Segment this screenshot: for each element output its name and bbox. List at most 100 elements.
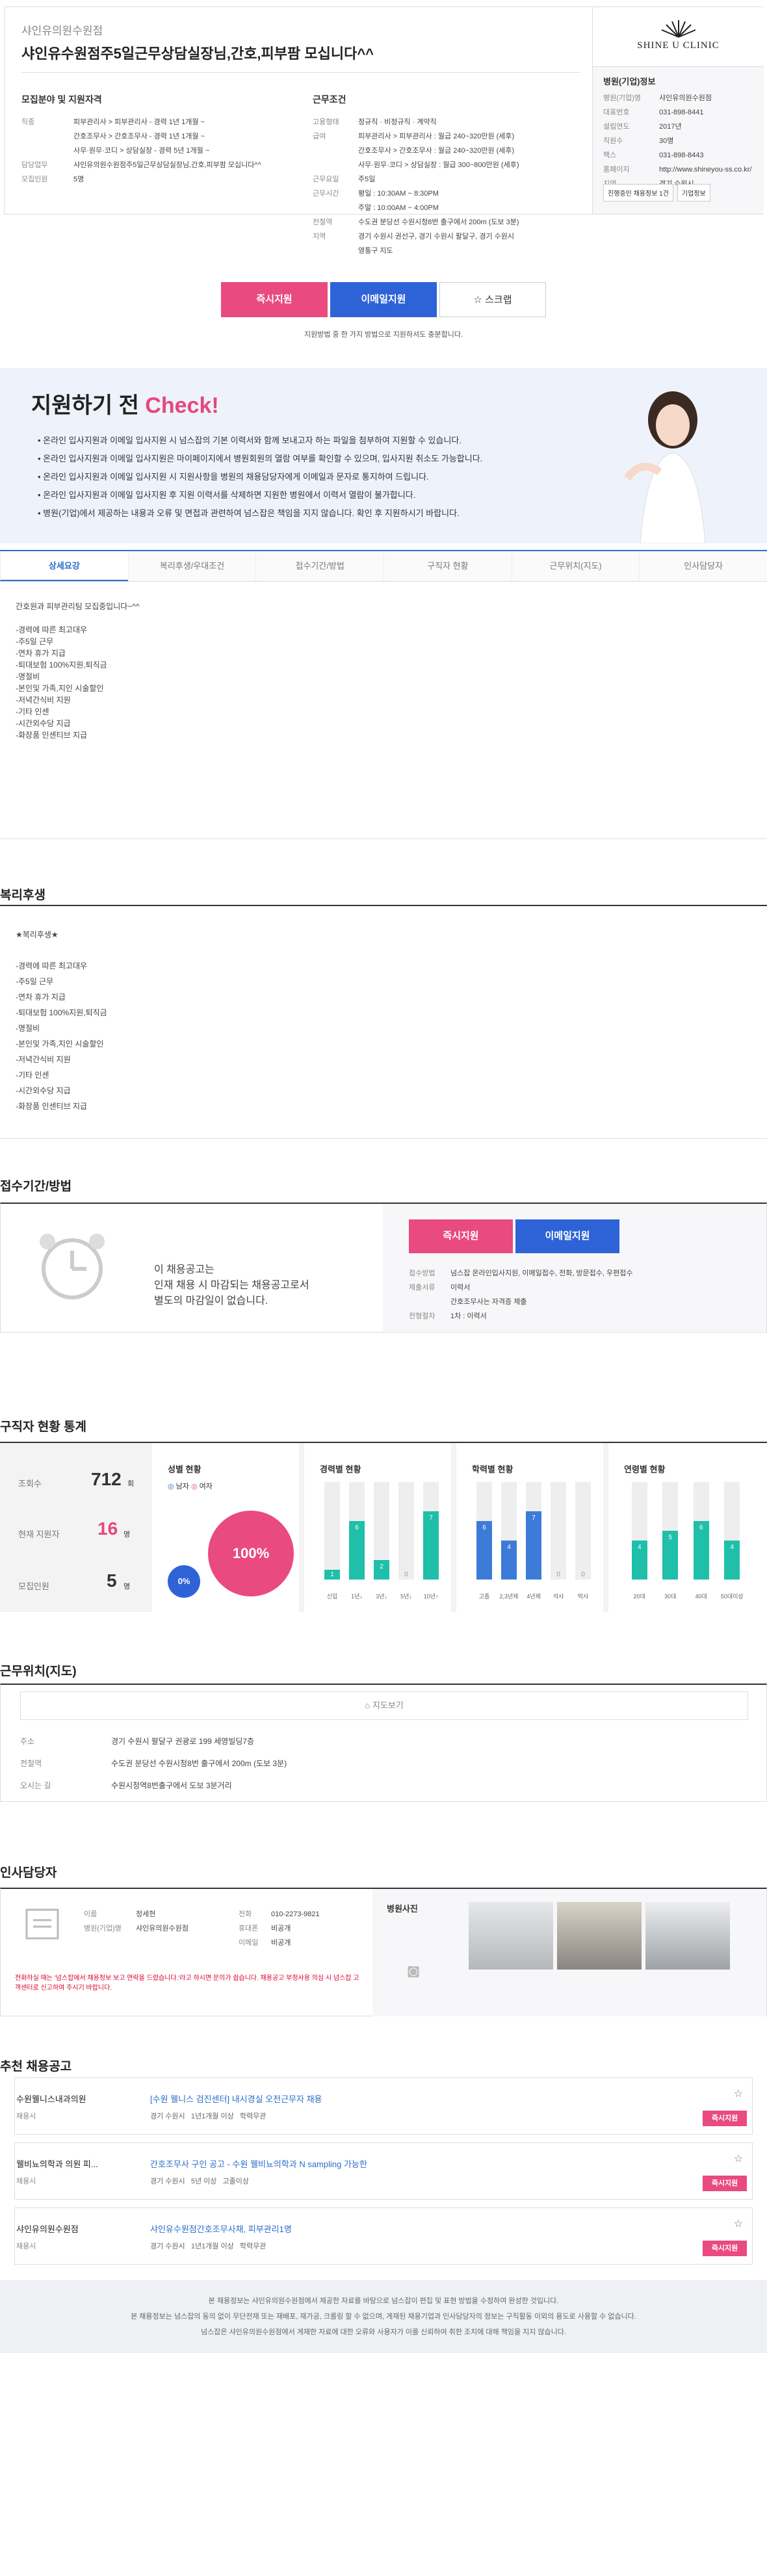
info-value: 넘스잡 온라인입사지원, 이메일접수, 전화, 방문접수, 우편접수 <box>450 1269 633 1277</box>
info-row: 사무·원무·코디 > 상담실장 : 월급 300~800만원 (세후) <box>313 158 586 172</box>
email-apply-button[interactable]: 이메일지원 <box>330 282 437 317</box>
info-key <box>409 1295 450 1309</box>
rec-meta: 경기 수원시 1년1개월 이상 학력무관 <box>150 2243 266 2250</box>
bar-category: 10년↑ <box>423 1593 439 1600</box>
tab-1[interactable]: 복리후생/우대조건 <box>127 551 256 581</box>
tab-5[interactable]: 인사담당자 <box>639 551 767 581</box>
rec-apply-button[interactable]: 즉시지원 <box>703 2241 747 2256</box>
ongoing-jobs-button[interactable]: 진행중인 채용정보 1건 <box>603 184 673 202</box>
company-info-button[interactable]: 기업정보 <box>677 184 710 202</box>
detail-line <box>16 612 731 624</box>
check-item: • 온라인 입사지원과 이메일 입사지원은 마이페이지에서 병원회원의 열람 여… <box>38 454 483 463</box>
info-key: 직종 <box>21 118 35 126</box>
rec-apply-button[interactable]: 즉시지원 <box>703 2111 747 2126</box>
info-row: 간호조무사는 자격증 제출 <box>409 1295 747 1309</box>
info-row: 사무·원무·코디 > 상담실장 - 경력 5년 1개월 ~ <box>21 144 307 158</box>
star-icon[interactable]: ☆ <box>734 2217 743 2230</box>
info-key: 담당업무 <box>21 161 48 169</box>
welfare-line <box>16 943 107 958</box>
info-key: 전철역 <box>313 218 333 226</box>
bar-track: 6 <box>349 1482 365 1580</box>
tab-0[interactable]: 상세요강 <box>0 551 128 581</box>
recommend-item[interactable]: 수원웰니스내과의원채용시 [수원 웰니스 검진센터] 내시경실 오전근무자 채용경… <box>14 2077 753 2135</box>
email-apply-button-2[interactable]: 이메일지원 <box>515 1219 619 1253</box>
info-key: 근무시간 <box>313 190 339 198</box>
info-value: 010-2273-9821 <box>271 1910 320 1918</box>
recommend-item[interactable]: 샤인유의원수원점 채용시 샤인유수원점간호조무사채, 피부관리1명 경기 수원시 1년… <box>14 2207 753 2265</box>
rec-meta: 경기 수원시 1년1개월 이상 학력무관 <box>150 2113 266 2120</box>
instant-apply-button[interactable]: 즉시지원 <box>221 282 328 317</box>
bar-value: 6 <box>355 1524 359 1531</box>
info-key <box>21 144 73 158</box>
bar-category: 30대 <box>664 1593 677 1600</box>
scrap-button[interactable]: ☆ 스크랩 <box>439 282 546 317</box>
info-key: 전철역 <box>20 1759 42 1768</box>
info-row: 간호조무사 > 간호조무사 : 월급 240~320만원 (세후) <box>313 144 586 158</box>
recommend-item[interactable]: 웰비뇨의학과 의원 피... 채용시 간호조무사 구인 공고 - 수원 웰비뇨의학과… <box>14 2142 753 2200</box>
rec-deadline: 채용시 <box>16 2178 36 2185</box>
info-row: 휴대폰 비공개 <box>239 1921 356 1936</box>
check-banner: 지원하기 전 Check! • 온라인 입사지원과 이메일 입사지원 시 넘스잡… <box>0 368 767 544</box>
info-value: 수원시청역8번출구에서 도보 3분거리 <box>111 1781 232 1790</box>
info-value: 수도권 분당선 수원시청8번 출구에서 200m (도보 3분) <box>358 218 519 226</box>
tab-3[interactable]: 구직자 현황 <box>384 551 512 581</box>
clinic-photo-2[interactable] <box>557 1902 642 1970</box>
welfare-content: ★복리후생★ -경력에 따른 최고대우 -주5일 근무 -연차 휴가 지급 -퇴대보험 … <box>16 927 107 1114</box>
bar-category: 20대 <box>633 1593 645 1600</box>
detail-line: -본인및 가족,지인 시술할인 <box>16 684 104 693</box>
rec-company[interactable]: 샤인유의원수원점 <box>16 2222 79 2235</box>
info-value: 정규직 · 비정규직 · 계약직 <box>358 118 437 126</box>
camera-icon: ◙ <box>408 1960 420 1982</box>
tab-4[interactable]: 근무위치(지도) <box>511 551 640 581</box>
rec-apply-button[interactable]: 즉시지원 <box>703 2176 747 2191</box>
tab-2[interactable]: 접수기간/방법 <box>255 551 384 581</box>
clinic-photo-1[interactable] <box>469 1902 553 1970</box>
info-value: 031-898-8443 <box>659 151 704 159</box>
info-value: 1차 : 이력서 <box>450 1312 487 1320</box>
rec-title[interactable]: 간호조무사 구인 공고 - 수원 웰비뇨의학과 N sampling 가능한 <box>150 2157 367 2170</box>
info-row: 지역 경기 수원시 권선구, 경기 수원시 팔달구, 경기 수원시 <box>313 229 586 244</box>
info-row: 오시는 길 수원시청역8번출구에서 도보 3분거리 <box>20 1775 735 1797</box>
info-key: 오시는 길 <box>20 1781 51 1790</box>
welfare-line: -기타 인센 <box>16 1071 49 1080</box>
map-toggle-button[interactable]: ⌂ 지도보기 <box>20 1691 748 1720</box>
bar-category: 3년↓ <box>376 1593 387 1600</box>
info-row: 담당업무 샤인유의원수원점주5일근무상담실장님,간호,피부팜 모십니다^^ <box>21 158 307 172</box>
rec-title[interactable]: 샤인유수원점간호조무사채, 피부관리1명 <box>150 2222 292 2235</box>
welfare-line: -연차 휴가 지급 <box>16 993 66 1002</box>
info-value: 정세헌 <box>136 1910 156 1918</box>
info-row: 근무시간 평일 : 10:30AM ~ 8:30PM <box>313 187 586 201</box>
instant-apply-button-2[interactable]: 즉시지원 <box>409 1219 513 1253</box>
bar-track: 4 <box>631 1482 647 1580</box>
rec-company[interactable]: 수원웰니스내과의원 <box>16 2092 86 2105</box>
rec-title[interactable]: [수원 웰니스 검진센터] 내시경실 오전근무자 채용 <box>150 2092 322 2105</box>
info-value: 피부관리사 > 피부관리사 - 경력 1년 1개월 ~ <box>73 118 205 126</box>
company-name[interactable]: 샤인유의원수원점 <box>21 21 103 38</box>
star-icon[interactable]: ☆ <box>734 2152 743 2165</box>
info-value: 샤인유의원수원점 <box>659 94 712 102</box>
info-key: 병원(기업)명 <box>84 1925 122 1932</box>
bar-value: 0 <box>404 1571 408 1578</box>
apply-note: 지원방법 중 한 가지 방법으로 지원하셔도 충분합니다. <box>304 331 463 339</box>
recruit-heading: 모집분야 및 지원자격 <box>21 94 102 105</box>
bar-value: 0 <box>556 1571 560 1578</box>
info-row: 주소 경기 수원시 팔달구 권광로 199 세영빌딩7층 <box>20 1730 735 1752</box>
rec-deadline: 채용시 <box>16 2113 36 2120</box>
info-value: 031-898-8441 <box>659 109 704 116</box>
bar-track: 0 <box>398 1482 414 1580</box>
info-key: 병원(기업)명 <box>603 94 641 102</box>
star-icon[interactable]: ☆ <box>734 2087 743 2100</box>
bar-value: 2 <box>380 1563 384 1570</box>
info-row: 직종 피부관리사 > 피부관리사 - 경력 1년 1개월 ~ <box>21 115 307 129</box>
period-msg-line: 별도의 마감일이 없습니다. <box>154 1295 268 1307</box>
bar-category: 40대 <box>695 1593 707 1600</box>
info-value: 간호조무사 > 간호조무사 : 월급 240~320만원 (세후) <box>358 147 515 155</box>
info-value: 5명 <box>73 176 84 183</box>
recruit-info: 직종 피부관리사 > 피부관리사 - 경력 1년 1개월 ~ 간호조무사 > 간호조… <box>21 115 307 187</box>
rec-company[interactable]: 웰비뇨의학과 의원 피... <box>16 2157 98 2170</box>
clinic-photo-3[interactable] <box>645 1902 730 1970</box>
welfare-line: -명절비 <box>16 1024 40 1033</box>
bar-value: 0 <box>581 1571 585 1578</box>
info-row: 팩스 031-898-8443 <box>603 148 753 163</box>
detail-line: -기타 인센 <box>16 707 49 716</box>
